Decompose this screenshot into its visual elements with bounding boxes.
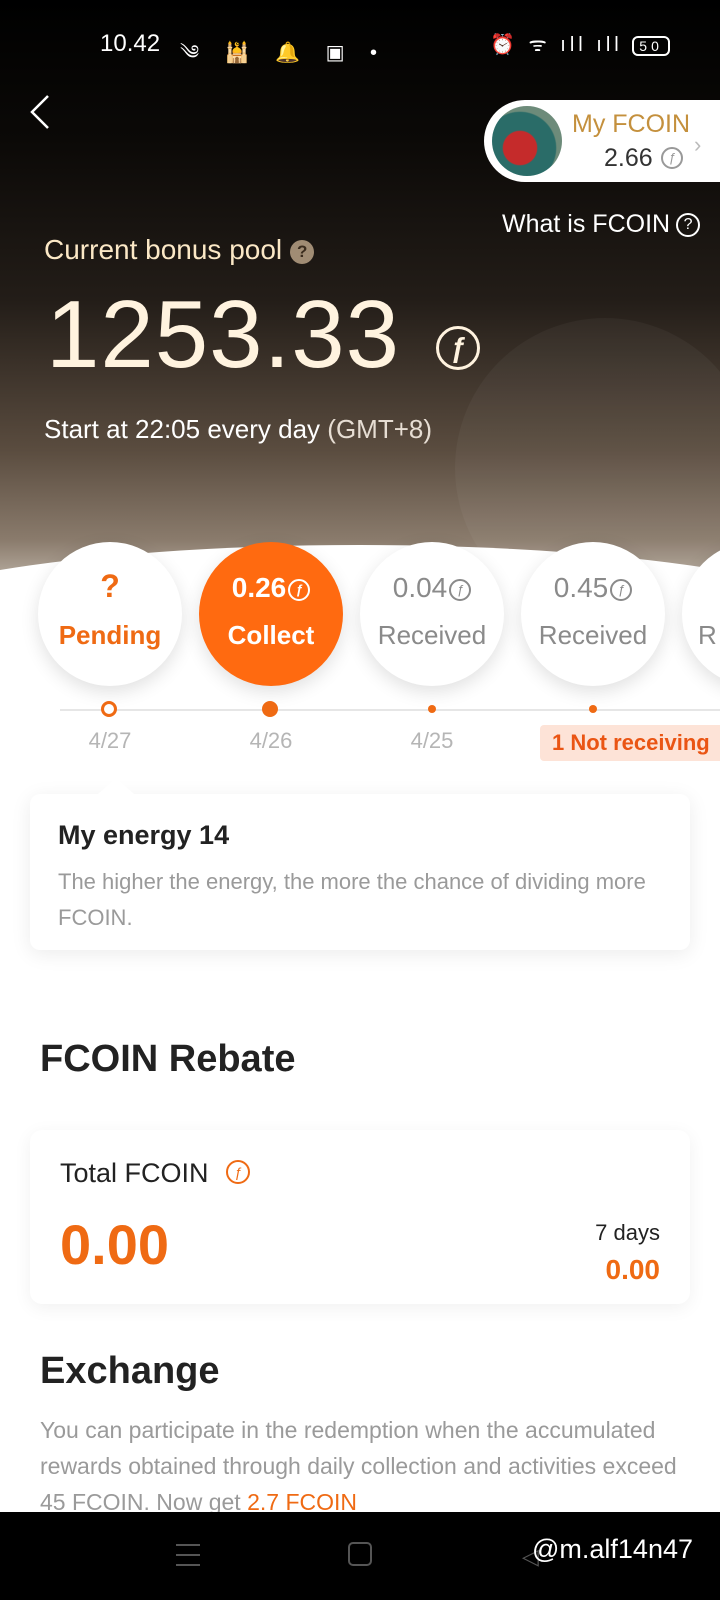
day-status: Pending	[58, 620, 162, 650]
day-amount-text: 0.26	[231, 572, 287, 603]
date-label: 4/25	[410, 728, 454, 753]
watermark-handle: @m.alf14n47	[532, 1534, 693, 1564]
what-is-fcoin-label: What is FCOIN	[502, 210, 671, 238]
bonus-pool-label-text: Current bonus pool	[44, 234, 283, 265]
rebate-heading: FCOIN Rebate	[40, 1038, 296, 1080]
day-amount: 0.45 ƒ	[521, 572, 665, 604]
fcoin-icon: ƒ	[436, 326, 480, 370]
start-time-text: Start at 22:05 every day	[44, 414, 321, 444]
start-time: Start at 22:05 every day (GMT+8)	[44, 414, 432, 445]
energy-title: My energy 14	[58, 820, 230, 850]
bonus-pool-label: Current bonus pool?	[44, 234, 315, 266]
my-fcoin-value: 2.66	[604, 144, 653, 172]
back-button[interactable]	[22, 92, 62, 132]
status-bar: 10.42 ༄ 🕌 🔔 ▣ • ⏰ ᯤ ıll ıll 50	[0, 0, 720, 90]
day-amount: 0.04 ƒ	[360, 572, 504, 604]
notification-icons: ༄ 🕌 🔔 ▣ •	[180, 42, 388, 64]
battery-icon: 50	[632, 35, 670, 56]
total-fcoin-label: Total FCOIN	[60, 1158, 209, 1188]
what-is-fcoin-link[interactable]: What is FCOIN?	[502, 210, 701, 239]
seven-days-label: 7 days	[595, 1220, 660, 1245]
home-icon[interactable]	[348, 1542, 372, 1566]
timeline-dot	[101, 701, 117, 717]
timeline-dot	[589, 705, 597, 713]
day-circle-received[interactable]: 0.45 ƒ Received	[521, 542, 665, 686]
energy-card: My energy 14 The higher the energy, the …	[30, 778, 690, 950]
system-icons: ⏰ ᯤ ıll ıll 50	[490, 30, 670, 57]
not-receiving-badge: 1 Not receiving	[540, 725, 720, 761]
date-label: 4/27	[88, 728, 132, 753]
seven-days-value: 0.00	[605, 1254, 661, 1285]
collect-button[interactable]: 0.26 ƒ Collect	[199, 542, 343, 686]
timeline-dot	[262, 701, 278, 717]
exchange-text: You can participate in the redemption wh…	[40, 1417, 677, 1512]
day-circle-received[interactable]: 0.04 ƒ Received	[360, 542, 504, 686]
date-label: 4/26	[249, 728, 293, 753]
chevron-right-icon: ›	[694, 132, 702, 157]
day-amount: ?	[100, 568, 120, 604]
day-amount-text: 0.45	[553, 572, 609, 603]
day-status: Collect	[227, 620, 315, 650]
day-amount: 0.26 ƒ	[199, 572, 343, 604]
energy-description: The higher the energy, the more the chan…	[58, 869, 646, 930]
system-nav-bar: ◁ @m.alf14n47	[0, 1512, 720, 1600]
menu-icon[interactable]	[176, 1544, 200, 1566]
chevron-left-icon	[30, 95, 49, 129]
my-fcoin-button[interactable]: My FCOIN 2.66 ƒ ›	[484, 100, 720, 182]
help-icon[interactable]: ?	[290, 239, 315, 264]
status-time: 10.42	[100, 30, 161, 57]
my-fcoin-label: My FCOIN	[572, 110, 691, 138]
fcoin-icon: ƒ	[449, 579, 472, 601]
timeline-dot	[428, 705, 436, 713]
fcoin-icon: ƒ	[288, 579, 311, 601]
exchange-highlight[interactable]: 2.7 FCOIN	[247, 1489, 357, 1512]
help-icon: ?	[676, 213, 701, 238]
day-amount-text: 0.04	[392, 572, 448, 603]
avatar	[492, 106, 562, 176]
day-status: Received	[377, 620, 487, 650]
fcoin-icon: ƒ	[661, 147, 683, 169]
fcoin-screen: 10.42 ༄ 🕌 🔔 ▣ • ⏰ ᯤ ıll ıll 50 My FCOIN …	[0, 0, 720, 1600]
total-fcoin-value: 0.00	[60, 1213, 169, 1276]
exchange-description: You can participate in the redemption wh…	[40, 1412, 690, 1512]
fcoin-icon: ƒ	[610, 579, 633, 601]
total-fcoin-card[interactable]: Total FCOIN ƒ 0.00 7 days 0.00	[30, 1130, 690, 1304]
day-status: Received	[538, 620, 648, 650]
exchange-heading: Exchange	[40, 1350, 220, 1392]
fcoin-icon: ƒ	[226, 1160, 250, 1184]
day-status: R	[698, 620, 717, 650]
day-circle-pending[interactable]: ? Pending	[38, 542, 182, 686]
signal-icons: ⏰ ᯤ ıll ıll	[490, 34, 623, 56]
timeline-track	[60, 709, 720, 711]
timezone-text: (GMT+8)	[327, 414, 433, 444]
bonus-pool-value: 1253.33	[46, 281, 401, 388]
